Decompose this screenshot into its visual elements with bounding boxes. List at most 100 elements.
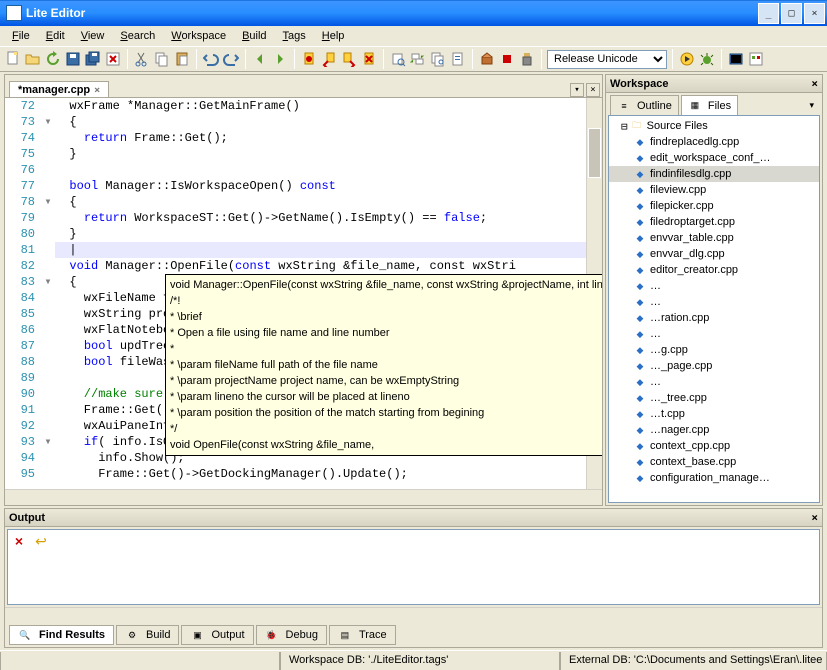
file-icon: ◆	[633, 375, 647, 389]
stop-build-icon[interactable]	[498, 50, 516, 68]
tree-file[interactable]: ◆findreplacedlg.cpp	[609, 134, 819, 150]
open-file-icon[interactable]	[24, 50, 42, 68]
nav-back-icon[interactable]	[251, 50, 269, 68]
save-all-icon[interactable]	[84, 50, 102, 68]
tab-files[interactable]: ▦Files	[681, 95, 738, 115]
find-in-files-icon[interactable]	[429, 50, 447, 68]
maximize-button[interactable]: □	[781, 3, 802, 24]
tab-outline[interactable]: ≡Outline	[610, 95, 679, 115]
status-external-db: External DB: 'C:\Documents and Settings\…	[560, 652, 827, 670]
find-resource-icon[interactable]	[449, 50, 467, 68]
tree-file[interactable]: ◆…nager.cpp	[609, 422, 819, 438]
tree-file[interactable]: ◆…	[609, 278, 819, 294]
bookmark-next-icon[interactable]	[340, 50, 358, 68]
menu-file[interactable]: File	[4, 28, 38, 44]
nav-forward-icon[interactable]	[271, 50, 289, 68]
tablist-close-icon[interactable]: ×	[586, 83, 600, 97]
tree-file[interactable]: ◆…g.cpp	[609, 342, 819, 358]
output-tab-build[interactable]: ⚙Build	[116, 625, 179, 645]
wrap-output-icon[interactable]: ↩	[32, 532, 50, 550]
tree-file[interactable]: ◆…	[609, 374, 819, 390]
menu-search[interactable]: Search	[112, 28, 163, 44]
file-icon: ◆	[633, 167, 647, 181]
editor-tab[interactable]: *manager.cpp ×	[9, 81, 109, 98]
tree-file[interactable]: ◆…ration.cpp	[609, 310, 819, 326]
output-header: Output ×	[5, 509, 822, 527]
fold-column[interactable]: ▾▾▾▾	[41, 98, 55, 489]
workspace-header: Workspace ×	[606, 75, 822, 93]
debug-icon[interactable]	[698, 50, 716, 68]
file-icon: ◆	[633, 215, 647, 229]
minimize-button[interactable]: _	[758, 3, 779, 24]
tree-file[interactable]: ◆context_cpp.cpp	[609, 438, 819, 454]
bookmark-clear-icon[interactable]	[360, 50, 378, 68]
tree-file[interactable]: ◆filepicker.cpp	[609, 198, 819, 214]
cut-icon[interactable]	[133, 50, 151, 68]
close-file-icon[interactable]	[104, 50, 122, 68]
copy-icon[interactable]	[153, 50, 171, 68]
tree-file[interactable]: ◆configuration_manage…	[609, 470, 819, 486]
menu-help[interactable]: Help	[314, 28, 353, 44]
output-tab-output[interactable]: ▣Output	[181, 625, 253, 645]
workspace-more-icon[interactable]: ▾	[805, 95, 818, 115]
menu-edit[interactable]: Edit	[38, 28, 73, 44]
files-icon: ▦	[688, 99, 702, 113]
tree-file[interactable]: ◆filedroptarget.cpp	[609, 214, 819, 230]
terminal-icon[interactable]	[727, 50, 745, 68]
file-icon: ◆	[633, 263, 647, 277]
tab-icon: ▣	[190, 628, 204, 642]
refresh-icon[interactable]	[44, 50, 62, 68]
workspace-close-icon[interactable]: ×	[811, 77, 818, 90]
bookmark-toggle-icon[interactable]	[300, 50, 318, 68]
menu-tags[interactable]: Tags	[275, 28, 314, 44]
close-button[interactable]: ×	[804, 3, 825, 24]
output-tab-trace[interactable]: ▤Trace	[329, 625, 396, 645]
menu-workspace[interactable]: Workspace	[163, 28, 234, 44]
tree-folder[interactable]: ⊟🗀Source Files	[609, 118, 819, 134]
tree-file[interactable]: ◆fileview.cpp	[609, 182, 819, 198]
run-icon[interactable]	[678, 50, 696, 68]
find-icon[interactable]	[389, 50, 407, 68]
menu-view[interactable]: View	[73, 28, 113, 44]
code-area[interactable]: 7273747576777879808182838485868788899091…	[5, 97, 602, 489]
tree-file[interactable]: ◆…_tree.cpp	[609, 390, 819, 406]
paste-icon[interactable]	[173, 50, 191, 68]
workspace-tabs: ≡Outline ▦Files ▾	[606, 93, 822, 115]
outline-icon: ≡	[617, 99, 631, 113]
redo-icon[interactable]	[222, 50, 240, 68]
output-tab-find-results[interactable]: 🔍Find Results	[9, 625, 114, 645]
menubar[interactable]: FileEditViewSearchWorkspaceBuildTagsHelp	[0, 26, 827, 46]
bookmark-prev-icon[interactable]	[320, 50, 338, 68]
clean-icon[interactable]	[518, 50, 536, 68]
file-icon: ◆	[633, 151, 647, 165]
output-tab-debug[interactable]: 🐞Debug	[256, 625, 327, 645]
menu-build[interactable]: Build	[234, 28, 274, 44]
build-config-select[interactable]: Release Unicode	[547, 50, 667, 69]
replace-icon[interactable]	[409, 50, 427, 68]
build-icon[interactable]	[478, 50, 496, 68]
tree-file[interactable]: ◆editor_creator.cpp	[609, 262, 819, 278]
settings-icon[interactable]	[747, 50, 765, 68]
output-close-icon[interactable]: ×	[811, 511, 818, 524]
output-body[interactable]: × ↩	[7, 529, 820, 605]
clear-output-icon[interactable]: ×	[10, 532, 28, 550]
new-file-icon[interactable]	[4, 50, 22, 68]
tree-file[interactable]: ◆…	[609, 294, 819, 310]
file-icon: ◆	[633, 391, 647, 405]
file-tree[interactable]: ⊟🗀Source Files◆findreplacedlg.cpp◆edit_w…	[608, 115, 820, 503]
editor-hscroll[interactable]	[5, 489, 602, 505]
tablist-dropdown-icon[interactable]: ▾	[570, 83, 584, 97]
editor-tab-close-icon[interactable]: ×	[94, 85, 100, 96]
tree-file[interactable]: ◆envvar_dlg.cpp	[609, 246, 819, 262]
undo-icon[interactable]	[202, 50, 220, 68]
output-hscroll[interactable]	[5, 607, 822, 623]
tree-file[interactable]: ◆…_page.cpp	[609, 358, 819, 374]
tree-file[interactable]: ◆…	[609, 326, 819, 342]
tree-file[interactable]: ◆context_base.cpp	[609, 454, 819, 470]
tree-file[interactable]: ◆findinfilesdlg.cpp	[609, 166, 819, 182]
tree-file[interactable]: ◆…t.cpp	[609, 406, 819, 422]
tree-file[interactable]: ◆envvar_table.cpp	[609, 230, 819, 246]
tree-file[interactable]: ◆edit_workspace_conf_…	[609, 150, 819, 166]
file-icon: ◆	[633, 183, 647, 197]
save-icon[interactable]	[64, 50, 82, 68]
